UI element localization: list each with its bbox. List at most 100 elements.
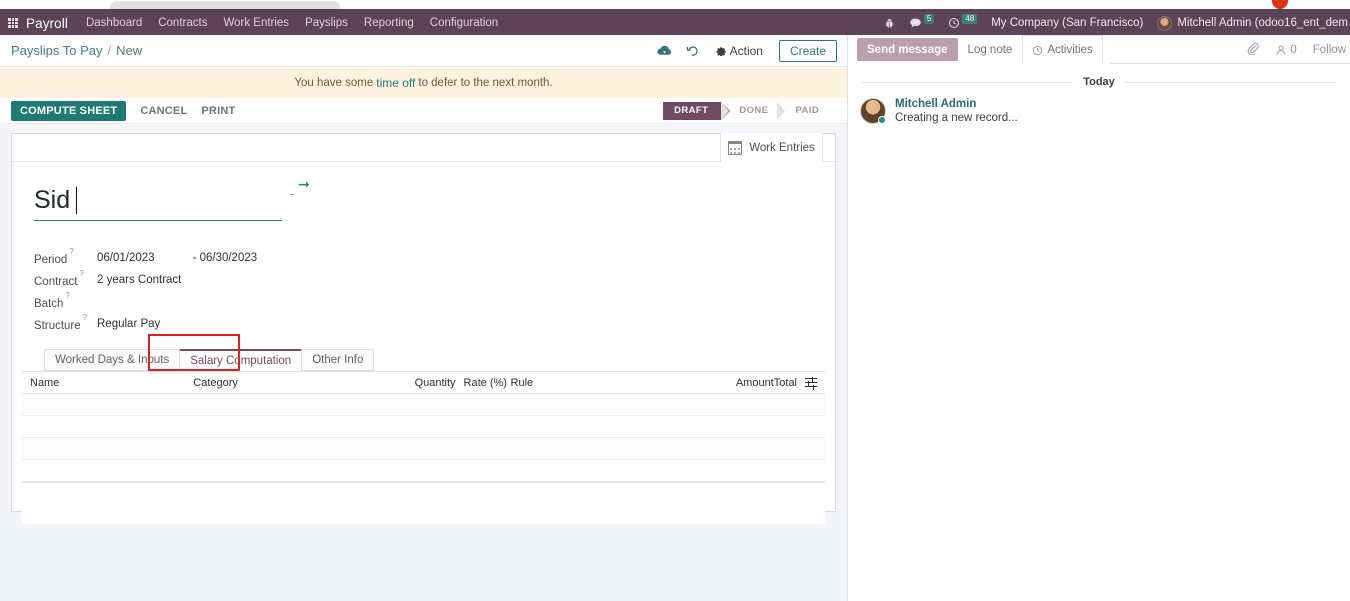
field-label-contract: Contract?: [34, 273, 97, 288]
table-footer: [22, 482, 825, 524]
followers-count: 0: [1290, 44, 1296, 56]
table-row[interactable]: [22, 394, 825, 416]
control-panel: Payslips To Pay / New Action: [0, 35, 847, 67]
separator-line: [1125, 82, 1336, 83]
tab-salary-computation[interactable]: Salary Computation: [179, 349, 302, 371]
nav-menu-work-entries[interactable]: Work Entries: [223, 17, 289, 29]
help-marker[interactable]: ?: [69, 247, 73, 256]
field-row-structure: Structure? Regular Pay: [34, 313, 835, 335]
cancel-button[interactable]: CANCEL: [140, 105, 187, 117]
form-sheet: Work Entries - ➞ Period? 06/01/2023 - 06…: [11, 133, 836, 512]
column-options-icon[interactable]: [805, 377, 817, 388]
chatter-toolbar-underline: [1110, 63, 1350, 64]
print-button[interactable]: PRINT: [201, 105, 235, 117]
stage-paid[interactable]: PAID: [786, 102, 828, 120]
work-entries-smart-button[interactable]: Work Entries: [720, 133, 823, 162]
log-note-button[interactable]: Log note: [958, 38, 1023, 61]
company-selector[interactable]: My Company (San Francisco): [991, 17, 1143, 29]
nav-menu-configuration[interactable]: Configuration: [430, 17, 498, 29]
stage-separator: [721, 102, 730, 120]
table-row[interactable]: [22, 460, 825, 482]
table-header-row: Name Category Quantity Rate (%) Rule Amo…: [22, 372, 825, 394]
record-title-area: - ➞: [12, 162, 835, 221]
message-author-avatar: [860, 98, 886, 124]
field-label-batch: Batch?: [34, 295, 97, 310]
user-avatar: [1157, 16, 1172, 31]
column-header-total-label: Total: [774, 377, 797, 389]
message-author-name[interactable]: Mitchell Admin: [895, 98, 1018, 110]
user-menu[interactable]: Mitchell Admin (odoo16_ent_dem: [1157, 16, 1348, 31]
alert-text-before: You have some: [294, 77, 373, 89]
help-marker[interactable]: ?: [79, 269, 83, 278]
form-statusbar: COMPUTE SHEET CANCEL PRINT DRAFT DONE PA…: [0, 98, 847, 124]
paperclip-icon[interactable]: [1246, 42, 1259, 58]
smart-button-row: Work Entries: [12, 134, 835, 162]
browser-indicator-icon: [1272, 0, 1288, 9]
message-body: Creating a new record...: [895, 112, 1018, 124]
help-marker[interactable]: ?: [83, 313, 87, 322]
apps-grid-icon[interactable]: [8, 18, 18, 28]
messages-icon[interactable]: 5: [909, 17, 934, 29]
breadcrumb-separator: /: [108, 43, 112, 58]
stage-draft[interactable]: DRAFT: [663, 102, 721, 120]
activities-clock-icon[interactable]: 48: [948, 17, 977, 29]
field-value-period-start[interactable]: 06/01/2023: [97, 252, 155, 264]
followers-counter[interactable]: 0: [1275, 44, 1296, 56]
alert-text-after: to defer to the next month.: [418, 77, 552, 89]
tab-worked-days-inputs[interactable]: Worked Days & Inputs: [44, 349, 180, 371]
column-header-amount[interactable]: Amount: [703, 377, 774, 389]
date-separator-today: Today: [862, 76, 1336, 88]
field-value-period-end[interactable]: - 06/30/2023: [193, 252, 258, 264]
field-row-period: Period? 06/01/2023 - 06/30/2023: [34, 247, 835, 269]
work-entries-label: Work Entries: [749, 142, 815, 154]
chatter-panel: Send message Log note Activities: [847, 35, 1350, 601]
time-off-link[interactable]: time off: [376, 76, 415, 90]
column-header-total[interactable]: Total: [774, 377, 817, 389]
tab-other-info[interactable]: Other Info: [301, 349, 374, 371]
arrow-right-icon[interactable]: ➞: [298, 176, 310, 193]
column-header-rate[interactable]: Rate (%): [456, 377, 505, 389]
action-menu-button[interactable]: Action: [708, 41, 771, 61]
activities-count-badge: 48: [962, 14, 977, 24]
field-value-contract[interactable]: 2 years Contract: [97, 274, 181, 286]
chatter-right-actions: 0 Follow: [1246, 42, 1350, 58]
browser-tab-strip: [0, 0, 1350, 11]
table-row[interactable]: [22, 438, 825, 460]
help-marker[interactable]: ?: [65, 291, 69, 300]
today-label: Today: [1073, 76, 1125, 88]
cloud-upload-icon[interactable]: [652, 39, 678, 63]
column-header-rule[interactable]: Rule: [505, 377, 703, 389]
nav-menu-payslips[interactable]: Payslips: [305, 17, 348, 29]
gear-icon: [716, 45, 727, 56]
record-fields: Period? 06/01/2023 - 06/30/2023 Contract…: [12, 221, 835, 335]
top-navbar: Payroll Dashboard Contracts Work Entries…: [0, 11, 1350, 35]
messages-count-badge: 5: [924, 14, 934, 24]
field-value-batch[interactable]: [97, 296, 207, 309]
compute-sheet-button[interactable]: COMPUTE SHEET: [11, 101, 126, 121]
activities-button[interactable]: Activities: [1022, 35, 1102, 64]
status-pipeline: DRAFT DONE PAID: [663, 102, 847, 120]
field-value-structure[interactable]: Regular Pay: [97, 318, 160, 330]
follow-button[interactable]: Follow: [1313, 44, 1346, 56]
table-row[interactable]: [22, 416, 825, 438]
bug-icon[interactable]: [884, 18, 895, 29]
undo-discard-icon[interactable]: [680, 39, 706, 63]
stage-done[interactable]: DONE: [730, 102, 777, 120]
column-header-name[interactable]: Name: [30, 377, 193, 389]
nav-menu-dashboard[interactable]: Dashboard: [86, 17, 142, 29]
column-header-quantity[interactable]: Quantity: [400, 377, 455, 389]
title-dash: -: [290, 186, 294, 201]
text-caret: [76, 187, 77, 214]
employee-name-wrapper: [34, 186, 282, 221]
time-off-alert-banner: You have some time off to defer to the n…: [0, 68, 847, 98]
create-button[interactable]: Create: [779, 40, 837, 62]
nav-menu-reporting[interactable]: Reporting: [364, 17, 414, 29]
app-brand-payroll[interactable]: Payroll: [26, 16, 68, 31]
breadcrumb-root[interactable]: Payslips To Pay: [11, 43, 103, 58]
send-message-button[interactable]: Send message: [857, 38, 958, 61]
nav-menu-contracts[interactable]: Contracts: [158, 17, 207, 29]
employee-name-input[interactable]: [34, 186, 282, 221]
calendar-icon: [728, 141, 742, 155]
column-header-category[interactable]: Category: [193, 377, 400, 389]
activities-label: Activities: [1047, 44, 1092, 56]
